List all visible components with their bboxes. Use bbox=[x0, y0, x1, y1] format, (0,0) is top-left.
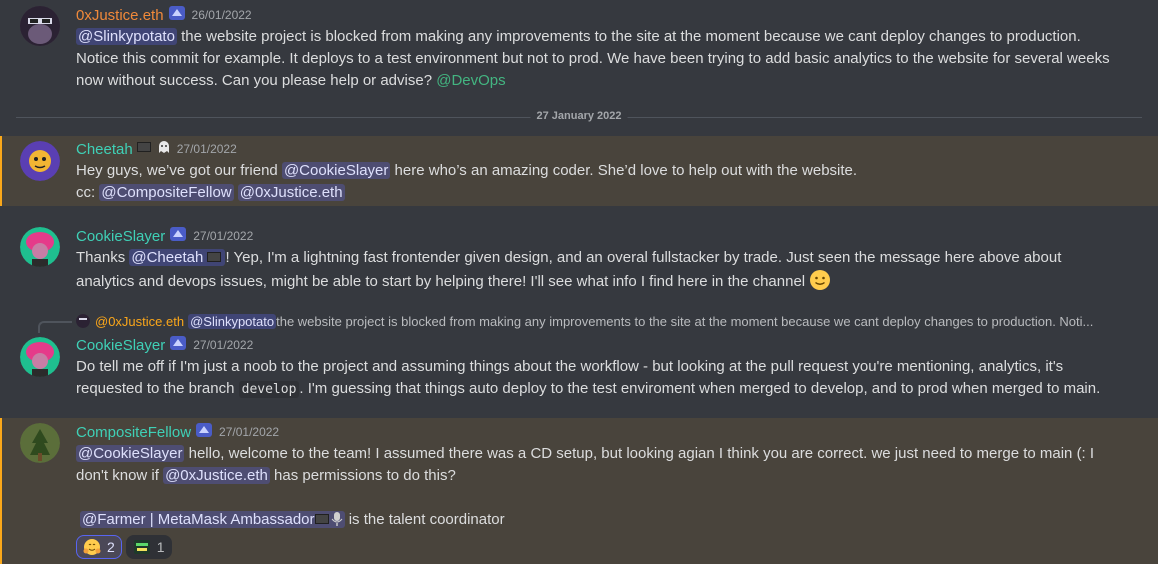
message-text: has permissions to do this? bbox=[269, 467, 456, 484]
hugging-face-emoji-icon bbox=[83, 538, 101, 556]
user-mention[interactable]: @Slinkypotato bbox=[76, 28, 177, 45]
avatar[interactable] bbox=[20, 337, 60, 377]
message-text: is the talent coordinator bbox=[344, 511, 505, 528]
metamask-badge-icon bbox=[169, 226, 187, 247]
username[interactable]: CookieSlayer bbox=[76, 228, 165, 245]
role-mention[interactable]: @DevOps bbox=[436, 72, 505, 89]
message-text: Hey guys, we’ve got our friend bbox=[76, 162, 282, 179]
user-mention-label: @Farmer | MetaMask Ambassador bbox=[82, 511, 315, 528]
username[interactable]: 0xJustice.eth bbox=[76, 7, 164, 24]
message-cookieslayer-2: CookieSlayer 27/01/2022 Do tell me off i… bbox=[0, 334, 1158, 410]
ghost-badge-icon bbox=[157, 140, 171, 159]
user-mention[interactable]: @Farmer | MetaMask Ambassador bbox=[80, 511, 345, 528]
metamask-badge-icon bbox=[195, 422, 213, 443]
message-text: here who’s an amazing coder. She’d love … bbox=[390, 162, 858, 179]
reaction-count: 1 bbox=[156, 539, 165, 555]
user-mention[interactable]: @CookieSlayer bbox=[281, 162, 391, 179]
username[interactable]: CompositeFellow bbox=[76, 424, 191, 441]
reaction-hugging-face[interactable]: 2 bbox=[76, 535, 122, 559]
timestamp: 26/01/2022 bbox=[191, 8, 252, 22]
date-divider: 27 January 2022 bbox=[16, 110, 1142, 122]
user-mention-label: @Cheetah bbox=[131, 249, 204, 266]
user-mention[interactable]: @0xJustice.eth bbox=[237, 184, 345, 201]
message-compositefellow: CompositeFellow 27/01/2022 @CookieSlayer… bbox=[0, 418, 1158, 564]
message-body: Thanks @Cheetah ! Yep, I'm a lightning f… bbox=[76, 247, 1118, 293]
avatar[interactable] bbox=[20, 6, 60, 46]
user-mention[interactable]: @0xJustice.eth bbox=[163, 467, 270, 484]
timestamp: 27/01/2022 bbox=[219, 425, 280, 439]
username[interactable]: Cheetah bbox=[76, 141, 133, 158]
user-mention[interactable]: @CompositeFellow bbox=[99, 184, 234, 201]
reactions-bar: 2 1 bbox=[76, 535, 1118, 559]
inline-code: develop bbox=[238, 381, 300, 398]
reaction-count: 2 bbox=[107, 539, 115, 555]
message-cheetah: Cheetah 27/01/2022 Hey guys, we’ve got o… bbox=[0, 136, 1158, 206]
username[interactable]: CookieSlayer bbox=[76, 337, 165, 354]
message-body: @Slinkypotato the website project is blo… bbox=[76, 26, 1118, 92]
timestamp: 27/01/2022 bbox=[193, 229, 254, 243]
message-body: Hey guys, we’ve got our friend @CookieSl… bbox=[76, 160, 1118, 204]
microphone-badge-icon bbox=[331, 512, 342, 526]
metamask-badge-icon bbox=[169, 335, 187, 356]
reply-avatar bbox=[76, 314, 90, 328]
cc-label: cc: bbox=[76, 184, 100, 201]
metamask-badge-icon bbox=[168, 5, 186, 26]
avatar[interactable] bbox=[20, 423, 60, 463]
reply-text: the website project is blocked from maki… bbox=[276, 313, 1094, 329]
message-text: the website project is blocked from maki… bbox=[76, 28, 1110, 89]
flag-badge-icon bbox=[207, 252, 222, 262]
reply-username[interactable]: @0xJustice.eth bbox=[95, 314, 184, 329]
user-mention[interactable]: @Slinkypotato bbox=[188, 313, 277, 329]
thank-you-sticker-icon bbox=[133, 538, 151, 556]
message-body: Do tell me off if I'm just a noob to the… bbox=[76, 356, 1118, 401]
user-mention[interactable]: @Cheetah bbox=[129, 249, 226, 266]
slightly-smiling-face-icon bbox=[810, 270, 831, 290]
timestamp: 27/01/2022 bbox=[176, 142, 237, 156]
flag-badge-icon bbox=[136, 140, 153, 158]
reply-connector bbox=[38, 321, 72, 333]
user-mention[interactable]: @CookieSlayer bbox=[76, 445, 185, 462]
avatar[interactable] bbox=[20, 227, 60, 267]
reply-reference[interactable]: @0xJustice.eth @Slinkypotato the website… bbox=[76, 312, 1093, 330]
message-cookieslayer-1: CookieSlayer 27/01/2022 Thanks @Cheetah … bbox=[0, 222, 1158, 296]
message-0xjustice: 0xJustice.eth 26/01/2022 @Slinkypotato t… bbox=[0, 0, 1158, 104]
timestamp: 27/01/2022 bbox=[193, 338, 254, 352]
message-text: . I'm guessing that things auto deploy t… bbox=[299, 380, 1101, 397]
message-body: @CookieSlayer hello, welcome to the team… bbox=[76, 443, 1118, 531]
avatar[interactable] bbox=[20, 141, 60, 181]
flag-badge-icon bbox=[314, 514, 329, 524]
reaction-thank-you[interactable]: 1 bbox=[125, 535, 172, 559]
date-divider-label: 27 January 2022 bbox=[530, 110, 628, 122]
message-text: Thanks bbox=[76, 249, 130, 266]
